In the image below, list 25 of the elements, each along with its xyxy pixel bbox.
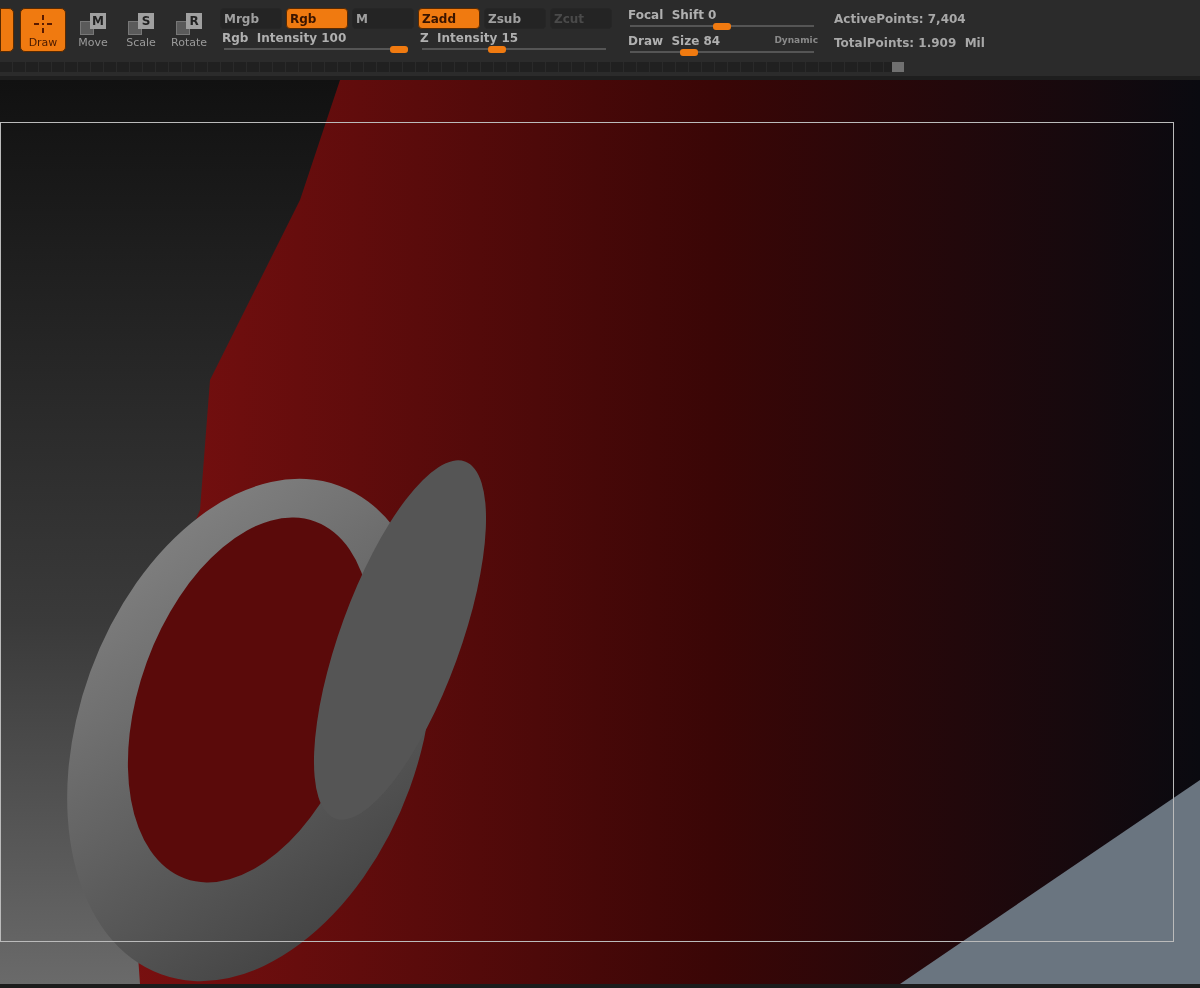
slider-label: Rgb Intensity 100 <box>222 31 347 45</box>
scroll-track[interactable] <box>0 62 904 72</box>
scroll-thumb[interactable] <box>892 62 904 72</box>
slider-thumb[interactable] <box>390 46 408 53</box>
tool-button[interactable] <box>0 8 14 52</box>
slider-thumb[interactable] <box>488 46 507 53</box>
slider-label: Draw Size 84 <box>628 34 721 48</box>
slider-label: Z Intensity 15 <box>420 31 519 45</box>
mode-button[interactable]: Zsub <box>484 8 546 29</box>
mode-button[interactable]: Zadd <box>418 8 480 29</box>
crosshair-icon <box>32 12 54 35</box>
mode-button[interactable]: M <box>352 8 414 29</box>
slider-thumb[interactable] <box>713 23 731 30</box>
slider-label: Focal Shift 0 <box>628 8 717 22</box>
dynamic-toggle[interactable]: Dynamic <box>774 34 818 48</box>
stat-text: ActivePoints: 7,404 <box>834 11 967 28</box>
mode-button[interactable]: Rgb <box>286 8 348 29</box>
slider-thumb[interactable] <box>679 49 698 56</box>
tool-button[interactable]: Draw <box>20 8 66 52</box>
mode-button[interactable]: Mrgb <box>220 8 282 29</box>
tool-button[interactable]: R Rotate <box>168 8 210 52</box>
stat-text: TotalPoints: 1.909 Mil <box>834 35 985 52</box>
tool-button[interactable]: S Scale <box>120 8 162 52</box>
slider-track[interactable] <box>224 45 408 53</box>
tool-button[interactable]: M Move <box>72 8 114 52</box>
